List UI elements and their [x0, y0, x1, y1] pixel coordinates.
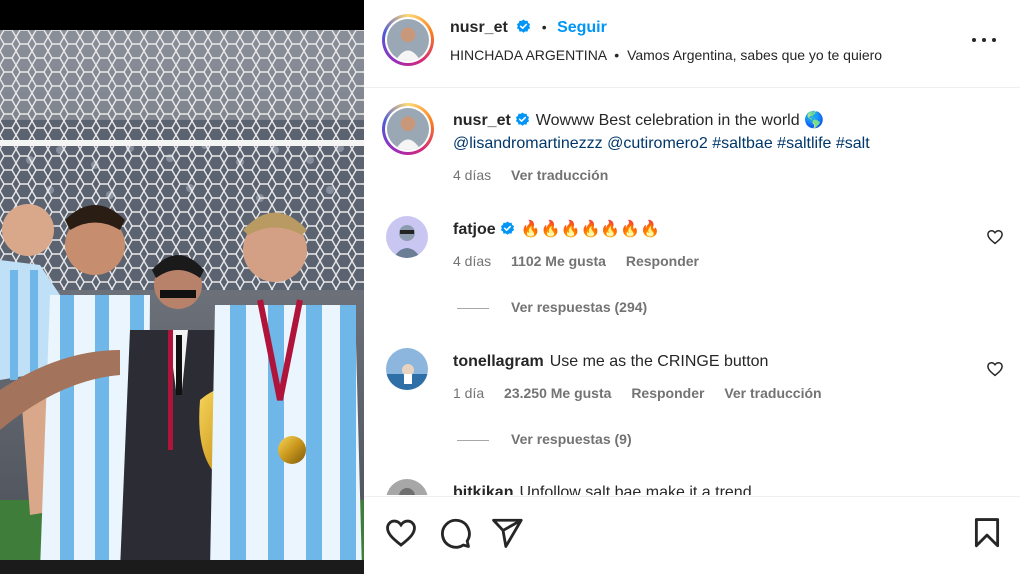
- view-replies-label: Ver respuestas (294): [511, 299, 648, 315]
- audio-artist: HINCHADA ARGENTINA: [450, 47, 607, 63]
- comment-likes[interactable]: 23.250 Me gusta: [504, 385, 611, 401]
- translate-link[interactable]: Ver traducción: [724, 385, 821, 401]
- author-username[interactable]: nusr_et: [450, 19, 508, 36]
- comment-likes[interactable]: 1102 Me gusta: [511, 253, 606, 269]
- comment-message: Use me as the CRINGE button: [549, 353, 769, 370]
- more-options-icon[interactable]: [970, 28, 998, 52]
- verified-badge-icon: [515, 112, 529, 126]
- heart-icon[interactable]: [986, 360, 1004, 378]
- reply-button[interactable]: Responder: [626, 253, 699, 269]
- heart-icon[interactable]: [986, 228, 1004, 246]
- caption-text: nusr_et Wowww Best celebration in the wo…: [453, 109, 960, 155]
- post-photo: [0, 30, 364, 574]
- post-sidebar: nusr_et • Seguir HINCHADA ARGENTINA • Va…: [364, 0, 1020, 574]
- caption-tags[interactable]: @lisandromartinezzz @cutiromero2 #saltba…: [453, 135, 870, 152]
- comment-time[interactable]: 1 día: [453, 385, 484, 401]
- comments-list[interactable]: nusr_et Wowww Best celebration in the wo…: [364, 89, 1020, 495]
- audio-separator: •: [614, 47, 620, 63]
- caption-message: Wowww Best celebration in the world 🌎: [535, 112, 824, 129]
- caption-time[interactable]: 4 días: [453, 167, 491, 183]
- paper-plane-icon[interactable]: [490, 516, 524, 550]
- view-replies-button[interactable]: Ver respuestas (294): [457, 299, 647, 315]
- verified-badge-icon: [517, 19, 531, 33]
- reply-button[interactable]: Responder: [631, 385, 704, 401]
- comment-text: bitkikan Unfollow salt bae make it a tren…: [453, 481, 960, 495]
- commenter-username[interactable]: tonellagram: [453, 353, 544, 370]
- commenter-username[interactable]: fatjoe: [453, 221, 496, 238]
- commenter-username[interactable]: bitkikan: [453, 484, 513, 495]
- bookmark-icon[interactable]: [970, 516, 1004, 550]
- post-header: nusr_et • Seguir HINCHADA ARGENTINA • Va…: [364, 0, 1020, 88]
- avatar-image: [386, 479, 428, 495]
- avatar-image: [387, 108, 429, 150]
- commenter-avatar[interactable]: [386, 348, 428, 390]
- avatar-image: [387, 19, 429, 61]
- header-separator: •: [541, 19, 547, 35]
- follow-button[interactable]: Seguir: [557, 19, 607, 36]
- comment-text: tonellagram Use me as the CRINGE button: [453, 350, 960, 373]
- view-replies-label: Ver respuestas (9): [511, 431, 632, 447]
- caption-meta: 4 días Ver traducción: [453, 167, 624, 183]
- comment-message: 🔥🔥🔥🔥🔥🔥🔥: [520, 221, 661, 238]
- verified-badge-icon: [500, 221, 514, 235]
- comment-meta: 1 día 23.250 Me gusta Responder Ver trad…: [453, 385, 838, 401]
- avatar-image: [386, 348, 428, 390]
- comment-bubble-icon[interactable]: [438, 516, 472, 550]
- replies-divider: [457, 439, 489, 441]
- heart-icon[interactable]: [384, 516, 418, 550]
- avatar-image: [386, 216, 428, 258]
- author-avatar[interactable]: [382, 14, 434, 66]
- comment-meta: 4 días 1102 Me gusta Responder: [453, 253, 715, 269]
- commenter-avatar[interactable]: [386, 479, 428, 495]
- post-media[interactable]: [0, 0, 364, 574]
- caption-avatar[interactable]: [382, 103, 434, 155]
- post-actions: [364, 496, 1020, 574]
- comment-text: fatjoe 🔥🔥🔥🔥🔥🔥🔥: [453, 218, 960, 241]
- commenter-avatar[interactable]: [386, 216, 428, 258]
- replies-divider: [457, 307, 489, 309]
- author-line: nusr_et • Seguir: [450, 19, 607, 37]
- translate-link[interactable]: Ver traducción: [511, 167, 608, 183]
- audio-title: Vamos Argentina, sabes que yo te quiero: [627, 47, 883, 63]
- view-replies-button[interactable]: Ver respuestas (9): [457, 431, 632, 447]
- caption-username[interactable]: nusr_et: [453, 112, 511, 129]
- comment-time[interactable]: 4 días: [453, 253, 491, 269]
- comment-message: Unfollow salt bae make it a trend: [519, 484, 752, 495]
- audio-attribution[interactable]: HINCHADA ARGENTINA • Vamos Argentina, sa…: [450, 47, 882, 63]
